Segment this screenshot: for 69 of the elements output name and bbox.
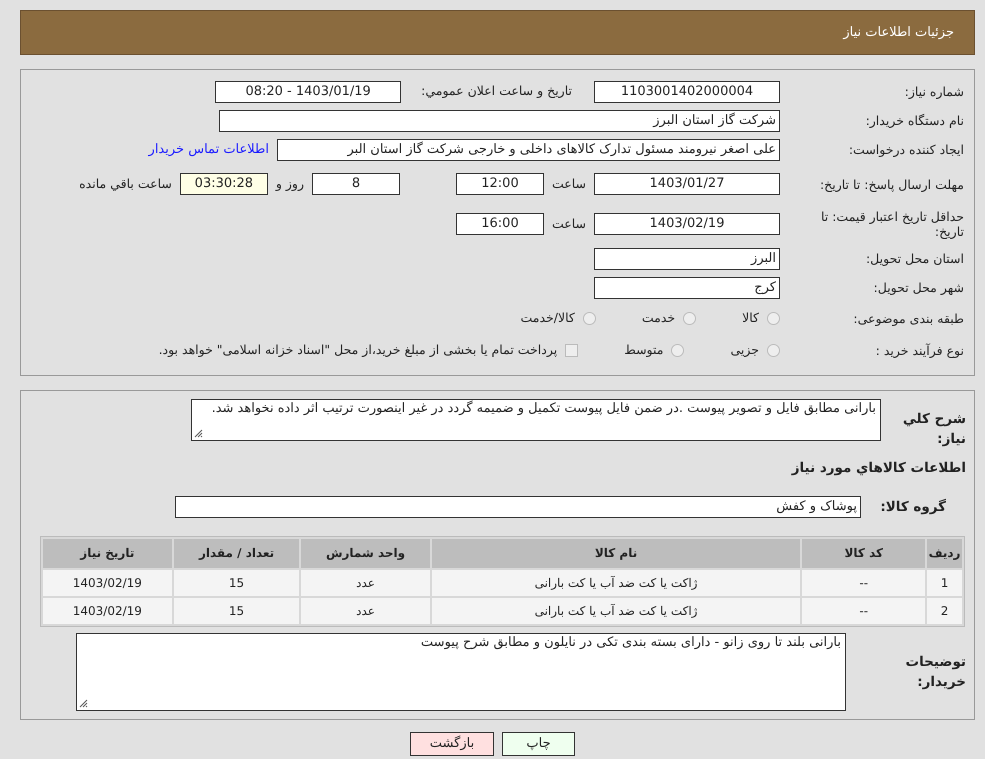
radio-button[interactable] — [767, 312, 780, 324]
remaining-label: ساعت باقي مانده — [79, 174, 172, 193]
time-field: 16:00 — [456, 213, 544, 235]
print-button[interactable]: چاپ — [502, 732, 575, 756]
days-label: روز و — [276, 174, 304, 193]
table-cell: 1403/02/19 — [43, 598, 172, 624]
table-cell: 1 — [927, 570, 962, 596]
date-field: 1403/02/19 — [594, 213, 780, 235]
field-label: شهر محل تحویل: — [872, 280, 965, 295]
table-cell: -- — [802, 598, 926, 624]
column-header: نام کالا — [432, 538, 800, 568]
table-cell: ژاکت یا کت ضد آب یا کت بارانی — [432, 570, 800, 596]
radio-button[interactable] — [683, 312, 696, 324]
date-field: 1403/01/27 — [594, 173, 780, 195]
field-label: نام دستگاه خریدار: — [864, 113, 965, 128]
checkbox[interactable] — [565, 344, 578, 356]
time-field: 12:00 — [456, 173, 544, 195]
days-field: 8 — [312, 173, 400, 195]
radio-button[interactable] — [582, 312, 596, 324]
field-label: طبقه بندی موضوعی: — [852, 310, 965, 326]
table-cell: -- — [802, 570, 926, 596]
option-label: جزیی — [730, 340, 759, 359]
goods-group-field: پوشاک و کفش — [175, 496, 861, 518]
location-field: البرز — [594, 248, 780, 270]
option-label: کالا/خدمت — [520, 308, 575, 327]
requester-field: علی اصغر نیرومند مسئول تدارک کالاهای داخلی و خارجی شرکت گاز استان البر — [277, 138, 780, 160]
buyer-field: شرکت گاز استان البرز — [219, 110, 780, 132]
time-label: ساعت — [552, 174, 586, 193]
remaining-time-field: 03:30:28 — [180, 173, 268, 195]
summary-label: شرح کلي نیاز: — [902, 410, 967, 450]
page-title: جزئیات اطلاعات نیاز — [843, 24, 954, 42]
description-field[interactable]: بارانی مطابق فایل و تصویر پیوست .در ضمن فایل پیوست تکمیل و ضمیمه گردد در غیر اینصورت ترتیب اثر داده نخواهد شد. — [191, 399, 881, 441]
table-cell: عدد — [301, 598, 430, 624]
contact-link[interactable]: اطلاعات تماس خریدار — [148, 140, 269, 160]
option-label: خدمت — [642, 308, 676, 327]
resize-grip-icon[interactable] — [194, 429, 203, 438]
resize-grip-icon[interactable] — [79, 698, 88, 708]
number-field: 1103001402000004 — [594, 80, 780, 102]
radio-button[interactable] — [767, 344, 780, 356]
table-cell: 15 — [174, 598, 300, 624]
option-label: پرداخت تمام یا بخشی از مبلغ خرید،از محل "اسناد خزانه اسلامی" خواهد بود. — [158, 340, 558, 359]
field-label: حداقل تاریخ اعتبار قیمت: تا تاریخ: — [820, 209, 965, 239]
field-label: شماره نیاز: — [904, 84, 965, 99]
option-label: متوسط — [624, 340, 664, 359]
table-cell: 2 — [927, 598, 962, 624]
option-label: کالا — [742, 308, 759, 327]
field-label: تاریخ و ساعت اعلان عمومي: — [421, 82, 572, 100]
table-cell: 1403/02/19 — [43, 570, 172, 596]
time-label: ساعت — [552, 214, 586, 233]
table-cell: عدد — [301, 570, 430, 596]
field-label: ایجاد کننده درخواست: — [848, 142, 965, 157]
table-cell: 15 — [174, 570, 300, 596]
location-field: کرج — [594, 276, 780, 298]
table-cell: ژاکت یا کت ضد آب یا کت بارانی — [432, 598, 800, 624]
buyer-notes-field[interactable]: بارانی بلند تا روی زانو - دارای بسته بندی تکی در نایلون و مطابق شرح پیوست — [76, 632, 846, 711]
field-label: نوع فرآیند خرید : — [874, 342, 965, 358]
radio-button[interactable] — [671, 344, 684, 356]
field-label: مهلت ارسال پاسخ: تا تاریخ: — [818, 176, 965, 192]
group-label: گروه کالا: — [879, 498, 947, 517]
column-header: کد کالا — [802, 538, 926, 568]
column-header: واحد شمارش — [301, 538, 430, 568]
column-header: تاریخ نیاز — [43, 538, 172, 568]
column-header: تعداد / مقدار — [174, 538, 300, 568]
notes-label: توضیحات خریدار: — [904, 652, 967, 692]
back-button[interactable]: بازگشت — [410, 732, 494, 756]
date-field: 1403/01/19 - 08:20 — [215, 80, 402, 102]
section-heading: اطلاعات کالاهاي مورد نیاز — [790, 458, 967, 478]
column-header: ردیف — [927, 538, 962, 568]
field-label: استان محل تحویل: — [864, 251, 965, 266]
